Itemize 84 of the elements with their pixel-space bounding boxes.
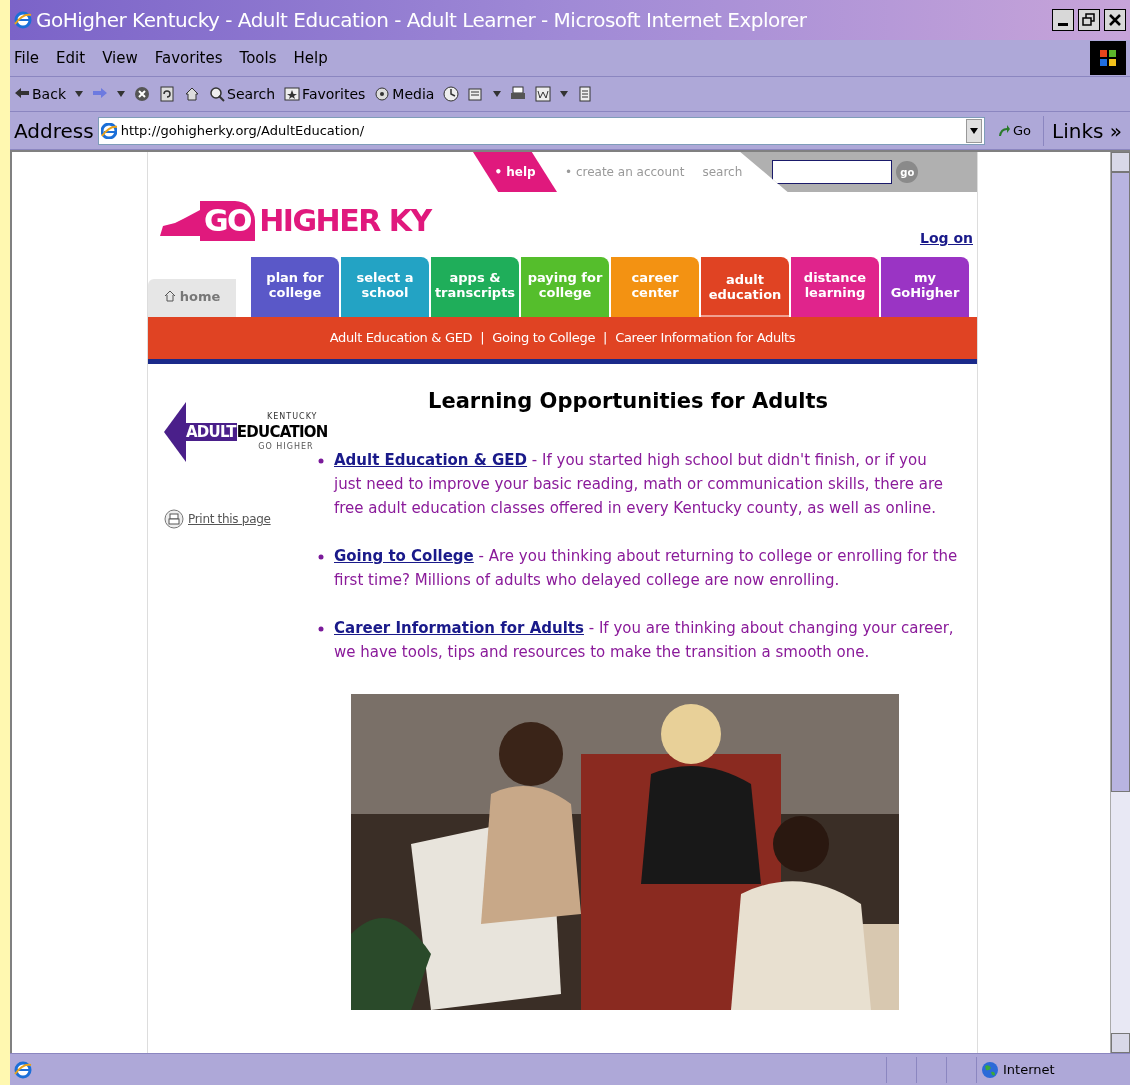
browser-icon [14,1060,32,1079]
logo-text: ADULT [186,422,237,441]
nav-tab[interactable]: home [148,279,236,317]
menu-item[interactable]: Favorites [154,46,223,70]
logo-text: GO HIGHER [258,440,314,453]
toolbar-button[interactable] [443,86,460,102]
maximize-button[interactable] [1078,9,1100,31]
nav-tab[interactable]: my GoHigher [881,257,969,317]
dropdown-arrow-icon [970,127,978,134]
dropdown-arrow-icon [560,91,569,97]
menu-item[interactable]: Tools [239,46,277,70]
dropdown-arrow-icon [75,91,83,97]
browser-icon [14,11,32,29]
item-description: Career Information for Adults - If you are thinking about changing your career, we have tools, tips and resources to make the transition a smooth one. [334,617,955,663]
menu-item[interactable]: View [102,46,138,70]
section-link[interactable]: Going to College [334,546,474,565]
go-button[interactable]: Go [989,120,1039,141]
subnav-link[interactable]: Career Information for Adults [615,328,796,348]
search-label: search [702,164,743,181]
item-description: Going to College - Are you thinking about returning to college or enrolling for the first time? Millions of adults who delayed college are now enrolling. [334,545,958,591]
printer-icon [510,86,527,102]
toolbar-button[interactable] [134,86,150,102]
triangle-icon [164,401,186,462]
dropdown-button[interactable] [966,118,982,143]
nav-tab[interactable]: plan for college [251,257,339,317]
stop-icon [134,86,150,102]
bullet-icon [318,457,324,464]
toolbar-button[interactable]: Back [14,83,66,105]
separator: | [603,329,608,348]
minimize-icon [1058,22,1068,26]
nav-tab[interactable]: distance learning [791,257,879,317]
close-icon [1108,13,1122,27]
menu-item[interactable]: File [14,46,40,70]
globe-icon [981,1060,999,1079]
close-button[interactable] [1104,9,1126,31]
search-icon [209,86,225,102]
menu-item[interactable]: Help [293,46,328,70]
toolbar-button[interactable]: Media [374,83,435,105]
toolbar-button[interactable] [535,86,552,102]
nav-tab[interactable]: adult education [701,257,789,317]
edit-icon [535,86,552,102]
item-description: Adult Education & GED - If you started high school but didn't finish, or if you just need to improve your basic reading, math or communication skills, there are free adult education classes offered in every Kentucky county, as well as online. [334,449,945,519]
toolbar-button[interactable]: Favorites [284,83,366,105]
toolbar-button[interactable]: Search [209,83,276,105]
document-icon [468,86,485,102]
clock-icon [443,86,460,102]
bullet-icon [318,553,324,560]
minimize-button[interactable] [1052,9,1074,31]
bullet-icon [318,625,324,632]
links-button[interactable]: Links » [1043,115,1126,146]
maximize-icon [1082,13,1096,27]
go-arrow-icon [997,123,1011,138]
window-title: GoHigher Kentucky - Adult Education - Adult Learner - Microsoft Internet Explorer [36,7,808,34]
toolbar-button[interactable] [510,86,527,102]
help-link[interactable]: • help [473,152,557,192]
subnav-link[interactable]: Adult Education & GED [329,328,473,348]
page-icon [577,86,594,102]
printer-icon [164,509,184,529]
toolbar-button[interactable] [468,86,485,102]
logo-text: KENTUCKY [267,410,318,423]
zone-label: Internet [1003,1060,1055,1079]
section-link[interactable]: Career Information for Adults [334,618,584,637]
toolbar-button[interactable] [577,86,594,102]
print-link[interactable]: Print this page [188,510,271,528]
dropdown-arrow-icon [117,91,125,97]
logo-text: HIGHER KY [259,202,431,240]
dropdown-arrow-icon [493,91,502,97]
subnav-link[interactable]: Going to College [492,328,596,348]
refresh-icon [159,86,175,102]
toolbar-button[interactable] [159,86,175,102]
windows-logo [1090,41,1126,75]
log-on-link[interactable]: Log on [919,228,973,249]
address-field[interactable]: http://gohigherky.org/AdultEducation/ [97,116,985,145]
toolbar-button[interactable] [184,86,200,102]
home-icon [163,290,176,302]
section-link[interactable]: Adult Education & GED [334,450,528,469]
address-label: Address [14,117,94,145]
star-folder-icon [284,86,301,102]
page-icon [100,122,117,139]
menu-item[interactable]: Edit [56,46,86,70]
media-icon [374,86,391,102]
separator: | [480,329,485,348]
search-field[interactable] [772,160,893,184]
home-icon [184,86,200,102]
